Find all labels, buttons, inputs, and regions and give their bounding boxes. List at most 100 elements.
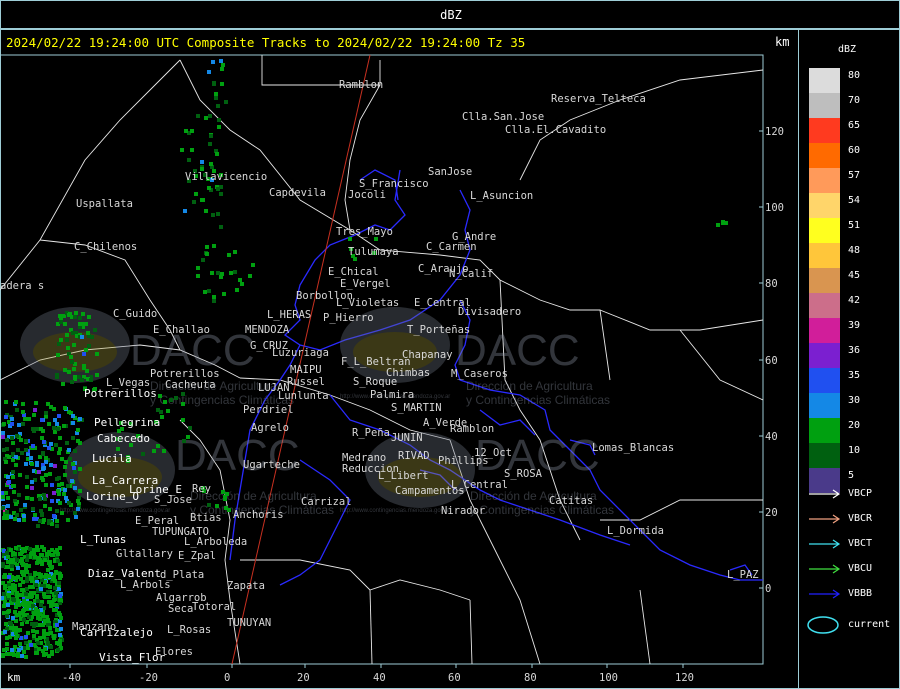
- echo-pixel: [190, 148, 194, 152]
- place-label: L_Asuncion: [470, 190, 533, 202]
- track-arrow-icon: [809, 489, 841, 499]
- dbz-label: 39: [848, 320, 861, 331]
- echo-pixel: [55, 628, 59, 632]
- echo-pixel: [55, 519, 59, 523]
- echo-pixel: [58, 447, 62, 451]
- place-label: E_Zpal: [178, 550, 216, 562]
- echo-pixel: [47, 446, 51, 450]
- echo-pixel: [10, 564, 14, 568]
- echo-pixel: [31, 629, 35, 633]
- echo-pixel: [55, 373, 59, 377]
- echo-pixel: [70, 479, 74, 483]
- echo-pixel: [25, 579, 29, 583]
- echo-pixel: [47, 574, 51, 578]
- echo-pixel: [22, 514, 26, 518]
- echo-pixel: [205, 245, 209, 249]
- echo-pixel: [71, 414, 75, 418]
- echo-pixel: [50, 483, 54, 487]
- echo-pixel: [49, 645, 53, 649]
- place-label: C_Guido: [113, 308, 157, 320]
- echo-pixel: [156, 444, 160, 448]
- place-label: L_Arbols: [120, 579, 171, 591]
- echo-pixel: [59, 338, 63, 342]
- echo-pixel: [5, 614, 9, 618]
- echo-pixel: [33, 408, 37, 412]
- place-label: MAIPU: [290, 364, 322, 376]
- echo-pixel: [13, 584, 17, 588]
- watermark-line2: y Contingencias Climáticas: [466, 393, 610, 407]
- echo-pixel: [10, 648, 14, 652]
- echo-pixel: [214, 96, 218, 100]
- echo-pixel: [36, 599, 40, 603]
- echo-pixel: [26, 631, 30, 635]
- echo-pixel: [40, 562, 44, 566]
- track-label: VBCU: [848, 563, 873, 574]
- radar-map[interactable]: DACC DACC DACC DACC Dirección de Agricul…: [0, 0, 800, 689]
- echo-pixel: [12, 490, 16, 494]
- echo-pixel: [73, 470, 77, 474]
- echo-pixel: [18, 628, 22, 632]
- echo-pixel: [180, 148, 184, 152]
- echo-pixel: [196, 266, 200, 270]
- echo-pixel: [217, 118, 221, 122]
- echo-pixel: [10, 436, 14, 440]
- echo-pixel: [25, 475, 29, 479]
- x-tick-label: 20: [297, 672, 310, 684]
- echo-pixel: [15, 434, 19, 438]
- current-label: current: [848, 619, 891, 630]
- echo-pixel: [65, 333, 69, 337]
- y-axis-unit: km: [775, 35, 790, 49]
- place-label: Palmira: [370, 389, 414, 401]
- echo-pixel: [31, 427, 35, 431]
- echo-pixel: [15, 591, 19, 595]
- place-label: Chapanay: [402, 349, 453, 361]
- echo-pixel: [7, 593, 11, 597]
- echo-pixel: [55, 524, 59, 528]
- dbz-label: 5: [848, 470, 855, 481]
- echo-pixel: [11, 475, 15, 479]
- place-label: Btias: [190, 512, 222, 524]
- echo-pixel: [1, 564, 5, 568]
- echo-pixel: [20, 654, 24, 658]
- place-label: Lomas_Blancas: [592, 442, 674, 454]
- echo-pixel: [12, 598, 16, 602]
- echo-pixel: [55, 641, 59, 645]
- dbz-swatch: [809, 343, 840, 368]
- echo-pixel: [54, 571, 58, 575]
- place-label: Tulumaya: [348, 246, 399, 258]
- echo-pixel: [156, 408, 160, 412]
- echo-pixel: [42, 440, 46, 444]
- echo-pixel: [10, 422, 14, 426]
- echo-pixel: [69, 355, 73, 359]
- echo-pixel: [32, 413, 36, 417]
- echo-pixel: [183, 209, 187, 213]
- echo-pixel: [32, 611, 36, 615]
- echo-pixel: [66, 484, 70, 488]
- place-label: TUNUYAN: [227, 617, 271, 629]
- echo-pixel: [207, 70, 211, 74]
- echo-pixel: [38, 575, 42, 579]
- echo-pixel: [63, 406, 67, 410]
- echo-pixel: [73, 375, 77, 379]
- echo-pixel: [53, 464, 57, 468]
- echo-pixel: [20, 622, 24, 626]
- echo-pixel: [169, 398, 173, 402]
- echo-pixel: [207, 503, 211, 507]
- echo-pixel: [42, 635, 46, 639]
- echo-pixel: [3, 586, 7, 590]
- echo-pixel: [39, 427, 43, 431]
- echo-pixel: [5, 510, 9, 514]
- echo-pixel: [22, 650, 26, 654]
- dbz-swatch: [809, 168, 840, 193]
- echo-pixel: [33, 572, 37, 576]
- echo-pixel: [50, 499, 54, 503]
- echo-pixel: [14, 631, 18, 635]
- echo-pixel: [190, 129, 194, 133]
- echo-pixel: [44, 483, 48, 487]
- composite-header: 2024/02/22 19:24:00 UTC Composite Tracks…: [6, 35, 526, 50]
- echo-pixel: [20, 570, 24, 574]
- place-label: Uspallata: [76, 198, 133, 210]
- echo-pixel: [28, 547, 32, 551]
- place-label-highlight: Carrizalejo: [80, 626, 153, 639]
- echo-pixel: [57, 414, 61, 418]
